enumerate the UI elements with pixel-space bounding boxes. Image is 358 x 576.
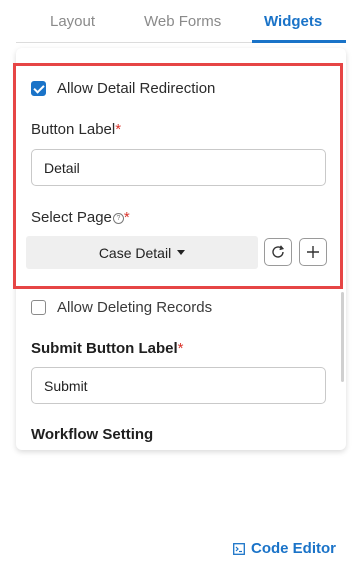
allow-detail-redirection-checkbox[interactable] (31, 81, 46, 96)
code-editor-label: Code Editor (251, 540, 336, 557)
button-label-input[interactable] (31, 149, 326, 186)
submit-button-label-input[interactable] (31, 367, 326, 404)
select-page-title: Select Page? * (31, 209, 130, 226)
tab-web-forms[interactable]: Web Forms (144, 13, 221, 30)
code-editor-link[interactable]: Code Editor (233, 540, 336, 557)
tab-layout[interactable]: Layout (50, 13, 95, 30)
workflow-setting-title: Workflow Setting (31, 426, 154, 443)
plus-icon (307, 246, 319, 258)
allow-detail-redirection-label: Allow Detail Redirection (57, 80, 216, 97)
submit-button-label-title: Submit Button Label* (31, 340, 184, 357)
button-label-title: Button Label* (31, 121, 121, 138)
allow-deleting-records-label: Allow Deleting Records (57, 299, 213, 316)
help-icon[interactable]: ? (112, 213, 124, 224)
caret-down-icon (177, 250, 186, 255)
required-asterisk: * (115, 121, 122, 138)
tab-widgets[interactable]: Widgets (264, 13, 322, 30)
scrollbar[interactable] (341, 292, 344, 382)
tab-bar: Layout Web Forms Widgets (16, 0, 346, 43)
button-label-text: Button Label (31, 121, 116, 138)
refresh-button[interactable] (264, 238, 292, 266)
submit-button-label-text: Submit Button Label (31, 340, 178, 357)
select-page-text: Select Page (31, 209, 112, 226)
allow-deleting-records-checkbox[interactable] (31, 300, 46, 315)
required-asterisk: * (123, 209, 130, 226)
selected-page-label: Case Detail (98, 244, 172, 261)
select-page-dropdown[interactable]: Case Detail (26, 236, 258, 269)
refresh-icon (272, 245, 285, 258)
required-asterisk: * (177, 340, 184, 357)
active-tab-indicator (252, 40, 346, 43)
terminal-icon (233, 542, 245, 555)
add-page-button[interactable] (299, 238, 327, 266)
